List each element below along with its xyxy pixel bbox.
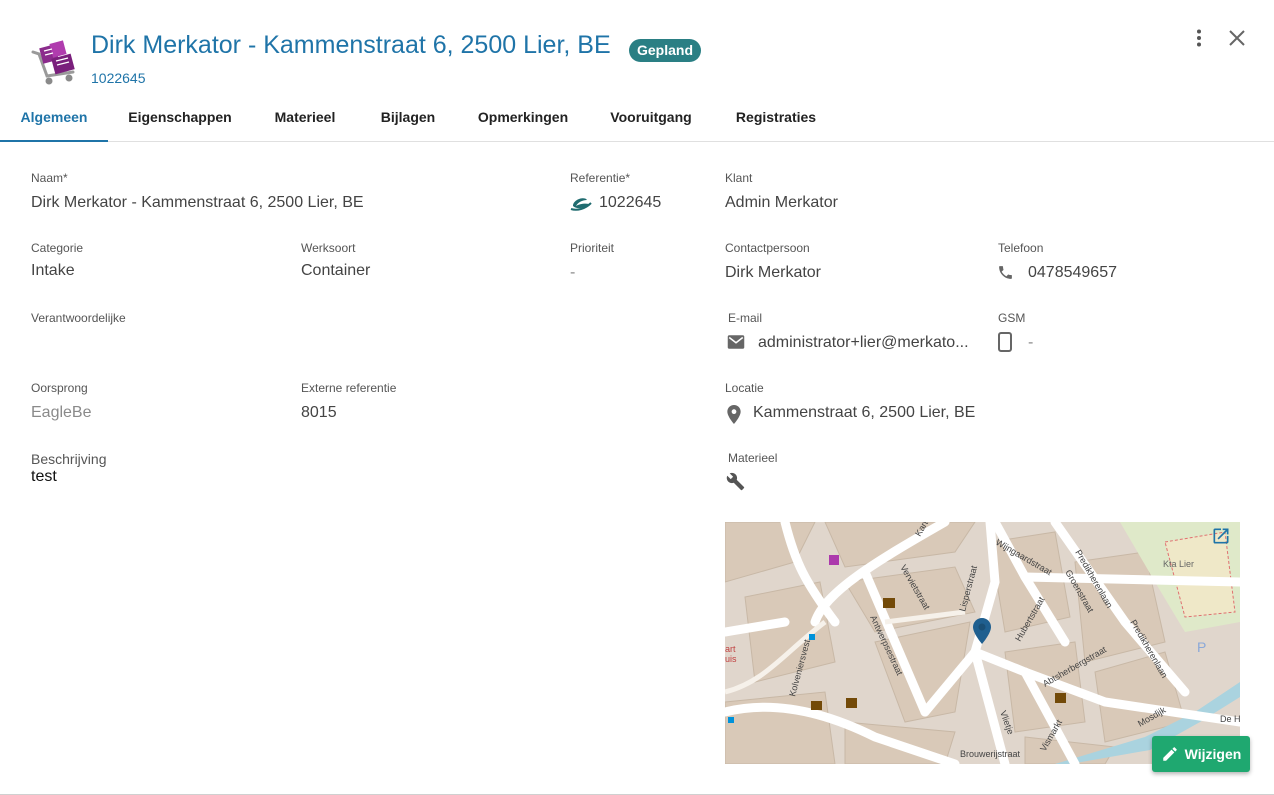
materieel-label: Materieel xyxy=(728,451,778,465)
open-in-new-icon[interactable] xyxy=(1211,526,1231,546)
telefoon-value[interactable]: 0478549657 xyxy=(1028,264,1117,282)
beschrijving-value: test xyxy=(31,468,57,485)
svg-text:De H: De H xyxy=(1220,714,1240,724)
tab-vooruitgang[interactable]: Vooruitgang xyxy=(598,96,704,142)
svg-text:art: art xyxy=(725,644,736,654)
locatie-label: Locatie xyxy=(725,381,764,395)
page-title: Dirk Merkator - Kammenstraat 6, 2500 Lie… xyxy=(91,31,611,59)
oorsprong-value: EagleBe xyxy=(31,404,92,421)
werksoort-label: Werksoort xyxy=(301,241,356,255)
status-badge: Gepland xyxy=(629,39,702,62)
referentie-label: Referentie* xyxy=(570,171,631,185)
verantwoordelijke-label: Verantwoordelijke xyxy=(31,311,126,325)
tab-materieel[interactable]: Materieel xyxy=(262,96,348,142)
svg-text:Brouwerijstraat: Brouwerijstraat xyxy=(960,749,1021,759)
beschrijving-label: Beschrijving xyxy=(31,451,107,467)
externe-referentie-label: Externe referentie xyxy=(301,381,397,395)
oorsprong-label: Oorsprong xyxy=(31,381,88,395)
telefoon-label: Telefoon xyxy=(998,241,1044,255)
werksoort-value: Container xyxy=(301,262,371,279)
close-icon[interactable] xyxy=(1227,28,1247,48)
prioriteit-label: Prioriteit xyxy=(570,241,615,255)
svg-text:Kta Lier: Kta Lier xyxy=(1163,559,1194,569)
tab-registraties[interactable]: Registraties xyxy=(724,96,828,142)
klant-label: Klant xyxy=(725,171,753,185)
naam-label: Naam* xyxy=(31,171,68,185)
svg-text:uis: uis xyxy=(725,654,737,664)
externe-referentie-value: 8015 xyxy=(301,404,337,421)
location-pin-icon xyxy=(726,404,742,424)
edit-button[interactable]: Wijzigen xyxy=(1152,736,1250,772)
tab-eigenschappen[interactable]: Eigenschappen xyxy=(118,96,242,142)
email-value[interactable]: administrator+lier@merkato... xyxy=(758,334,972,352)
phone-icon[interactable] xyxy=(996,262,1014,282)
edit-button-label: Wijzigen xyxy=(1184,746,1242,762)
referentie-value: 1022645 xyxy=(599,194,662,211)
klant-value: Admin Merkator xyxy=(725,194,838,211)
contactpersoon-value: Dirk Merkator xyxy=(725,264,822,281)
gsm-value: - xyxy=(1028,334,1034,351)
reference-number: 1022645 xyxy=(91,70,146,86)
location-map[interactable]: Wijngaardstraat Vervietstraat Lisperstra… xyxy=(725,522,1240,764)
locatie-value[interactable]: Kammenstraat 6, 2500 Lier, BE xyxy=(753,404,975,422)
cart-boxes-icon xyxy=(29,36,81,88)
mobile-phone-icon[interactable] xyxy=(997,332,1013,352)
tab-opmerkingen[interactable]: Opmerkingen xyxy=(468,96,578,142)
email-icon[interactable] xyxy=(726,333,746,351)
categorie-label: Categorie xyxy=(31,241,84,255)
work-order-detail-dialog: Dirk Merkator - Kammenstraat 6, 2500 Lie… xyxy=(0,0,1274,795)
email-label: E-mail xyxy=(728,311,763,325)
map-marker-icon[interactable] xyxy=(973,618,991,649)
wrench-icon[interactable] xyxy=(725,471,745,491)
gsm-label: GSM xyxy=(998,311,1026,325)
more-vertical-icon[interactable] xyxy=(1189,28,1209,48)
tab-bijlagen[interactable]: Bijlagen xyxy=(368,96,448,142)
naam-value: Dirk Merkator - Kammenstraat 6, 2500 Lie… xyxy=(31,194,364,211)
eagle-logo-icon xyxy=(569,193,593,213)
svg-text:P: P xyxy=(1197,639,1206,655)
contactpersoon-label: Contactpersoon xyxy=(725,241,810,255)
prioriteit-value: - xyxy=(570,264,576,281)
categorie-value: Intake xyxy=(31,262,75,279)
tab-bar: Algemeen Eigenschappen Materieel Bijlage… xyxy=(0,96,1274,142)
tab-algemeen[interactable]: Algemeen xyxy=(0,96,108,142)
pencil-icon xyxy=(1161,745,1179,763)
